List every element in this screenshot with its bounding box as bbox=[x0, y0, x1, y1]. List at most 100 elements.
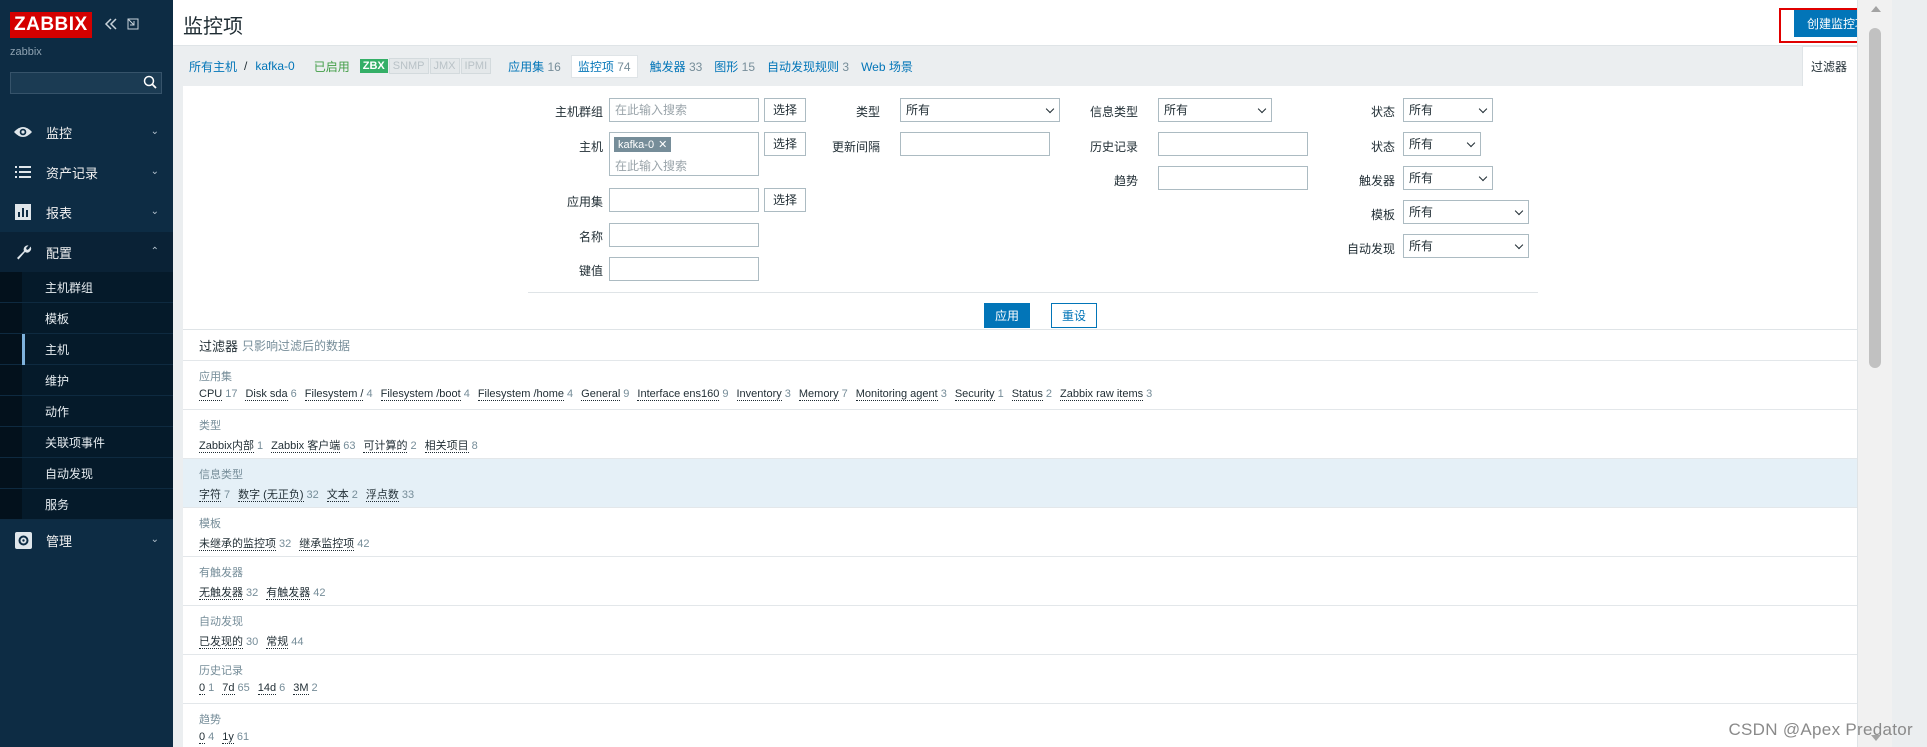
menu-monitoring-label: 监控 bbox=[46, 125, 73, 141]
state-select[interactable]: 所有 bbox=[1403, 98, 1493, 122]
menu-monitoring[interactable]: 监控 ⌄ bbox=[0, 112, 173, 152]
subfilter-option-link[interactable]: Memory bbox=[798, 388, 839, 401]
search-icon[interactable] bbox=[143, 75, 157, 89]
scroll-up-arrow-icon[interactable] bbox=[1871, 6, 1881, 12]
sidebar-search-input[interactable] bbox=[11, 73, 141, 93]
discovery-select[interactable]: 所有 bbox=[1403, 234, 1529, 258]
subfilter-option-link[interactable]: 0 bbox=[199, 731, 206, 744]
key-input[interactable] bbox=[609, 257, 759, 281]
history-input[interactable] bbox=[1158, 132, 1308, 156]
menu-inventory[interactable]: 资产记录 ⌄ bbox=[0, 152, 173, 192]
menu-configuration[interactable]: 配置 ⌃ bbox=[0, 232, 173, 272]
breadcrumb-host[interactable]: kafka-0 bbox=[255, 59, 294, 73]
host-chip[interactable]: kafka-0 ✕ bbox=[614, 137, 672, 152]
subfilter-option-link[interactable]: Filesystem /home bbox=[477, 388, 565, 401]
template-select[interactable]: 所有 bbox=[1403, 200, 1529, 224]
tab-triggers[interactable]: 触发器 33 bbox=[650, 58, 703, 75]
submenu-host-groups[interactable]: 主机群组 bbox=[0, 272, 173, 303]
update-interval-input[interactable] bbox=[900, 132, 1050, 156]
breadcrumb-all-hosts[interactable]: 所有主机 bbox=[189, 58, 237, 75]
host-status-enabled[interactable]: 已启用 bbox=[314, 58, 350, 75]
remove-chip-icon[interactable]: ✕ bbox=[658, 138, 667, 151]
application-select-button[interactable]: 选择 bbox=[764, 188, 807, 212]
subfilter-option-link[interactable]: Disk sda bbox=[245, 388, 288, 401]
subfilter-option-link[interactable]: Filesystem / bbox=[304, 388, 364, 401]
tab-items[interactable]: 监控项 74 bbox=[570, 54, 638, 78]
type-select[interactable]: 所有 bbox=[900, 98, 1060, 122]
subfilter-option: 常规 44 bbox=[266, 633, 304, 649]
subfilter-option-link[interactable]: 未继承的监控项 bbox=[199, 538, 276, 551]
subfilter-option: Zabbix raw items 3 bbox=[1060, 388, 1152, 401]
name-input[interactable] bbox=[609, 223, 759, 247]
submenu-maintenance[interactable]: 维护 bbox=[0, 365, 173, 396]
subfilter-option-link[interactable]: 有触发器 bbox=[266, 587, 311, 600]
subfilter-option-count: 63 bbox=[343, 440, 356, 452]
subfilter-option-link[interactable]: 可计算的 bbox=[363, 440, 408, 453]
submenu-event-correlation[interactable]: 关联项事件 bbox=[0, 427, 173, 458]
subfilter-option-link[interactable]: 无触发器 bbox=[199, 587, 243, 600]
subfilter-option-link[interactable]: General bbox=[581, 388, 621, 401]
subfilter-option-link[interactable]: 数字 (无正负) bbox=[238, 489, 304, 502]
tab-discovery-rules[interactable]: 自动发现规则 3 bbox=[767, 58, 849, 75]
submenu-actions[interactable]: 动作 bbox=[0, 396, 173, 427]
zabbix-logo[interactable]: ZABBIX bbox=[10, 12, 92, 38]
subfilter-option-count: 8 bbox=[471, 440, 478, 452]
subfilter-option-count: 1 bbox=[208, 682, 215, 694]
subfilter-option: 已发现的 30 bbox=[199, 633, 258, 649]
host-group-input[interactable] bbox=[609, 98, 759, 122]
subfilter-option-count: 61 bbox=[236, 731, 250, 743]
tab-applications[interactable]: 应用集 16 bbox=[508, 58, 561, 75]
tab-web-scenarios[interactable]: Web 场景 bbox=[861, 58, 913, 75]
triggers-select[interactable]: 所有 bbox=[1403, 166, 1493, 190]
subfilter-groups: 应用集 CPU 17 Disk sda 6 Filesystem /4 Filesystem… bbox=[173, 360, 1892, 747]
subfilter-option-link[interactable]: 1y bbox=[222, 731, 234, 744]
subfilter-option-link[interactable]: 常规 bbox=[266, 636, 289, 649]
application-input[interactable] bbox=[609, 188, 759, 212]
name-label: 名称 bbox=[578, 230, 603, 244]
menu-administration[interactable]: 管理 ⌄ bbox=[0, 520, 173, 560]
scroll-thumb[interactable] bbox=[1869, 28, 1881, 368]
subfilter-option-link[interactable]: 继承监控项 bbox=[299, 538, 355, 551]
submenu-templates[interactable]: 模板 bbox=[0, 303, 173, 334]
subfilter-option-link[interactable]: 相关项目 bbox=[424, 440, 469, 453]
status-select[interactable]: 所有 bbox=[1403, 132, 1481, 156]
subfilter-option-link[interactable]: Status bbox=[1011, 388, 1043, 401]
menu-inventory-label: 资产记录 bbox=[46, 165, 99, 181]
subfilter-items: 已发现的 30 常规 44 bbox=[199, 633, 1866, 649]
hide-sidebar-icon[interactable] bbox=[127, 17, 139, 34]
subfilter-option-link[interactable]: Zabbix 客户端 bbox=[271, 440, 341, 453]
subfilter-option-link[interactable]: 已发现的 bbox=[199, 636, 243, 649]
host-multiselect[interactable]: kafka-0 ✕ 在此输入搜索 bbox=[609, 132, 759, 176]
menu-reports[interactable]: 报表 ⌄ bbox=[0, 192, 173, 232]
discovery-select-value: 所有 bbox=[1409, 239, 1434, 253]
scrollbar[interactable] bbox=[1857, 0, 1892, 747]
info-type-select[interactable]: 所有 bbox=[1158, 98, 1272, 122]
apply-button[interactable]: 应用 bbox=[984, 303, 1031, 328]
subfilter-option-link[interactable]: 7d bbox=[222, 682, 235, 695]
submenu-hosts[interactable]: 主机 bbox=[0, 334, 173, 365]
collapse-sidebar-icon[interactable] bbox=[104, 17, 118, 34]
subfilter-option-link[interactable]: 14d bbox=[257, 682, 277, 695]
submenu-services[interactable]: 服务 bbox=[0, 489, 173, 520]
subfilter-option-link[interactable]: 0 bbox=[199, 682, 206, 695]
tab-web-scenarios-label: Web 场景 bbox=[861, 59, 913, 74]
subfilter-option-link[interactable]: Security bbox=[954, 388, 995, 401]
subfilter-option-link[interactable]: Filesystem /boot bbox=[380, 388, 461, 401]
submenu-discovery[interactable]: 自动发现 bbox=[0, 458, 173, 489]
subfilter-option-link[interactable]: 文本 bbox=[326, 489, 349, 502]
wrench-icon bbox=[12, 243, 34, 261]
subfilter-option-count: 44 bbox=[291, 636, 304, 648]
subfilter-option-link[interactable]: Monitoring agent bbox=[855, 388, 938, 401]
tab-graphs[interactable]: 图形 15 bbox=[714, 58, 755, 75]
sidebar-controls bbox=[104, 17, 139, 34]
subfilter-option-link[interactable]: 字符 bbox=[199, 489, 221, 502]
subfilter-option-link[interactable]: Zabbix raw items bbox=[1060, 388, 1144, 401]
subfilter-option-link[interactable]: CPU bbox=[199, 388, 223, 401]
subfilter-option-link[interactable]: Zabbix内部 bbox=[199, 440, 255, 453]
subfilter-option-link[interactable]: 浮点数 bbox=[365, 489, 399, 502]
subfilter-option-link[interactable]: 3M bbox=[293, 682, 309, 695]
reset-button[interactable]: 重设 bbox=[1051, 303, 1098, 328]
trends-input[interactable] bbox=[1158, 166, 1308, 190]
subfilter-option-link[interactable]: Interface ens160 bbox=[637, 388, 720, 401]
subfilter-option-link[interactable]: Inventory bbox=[736, 388, 782, 401]
